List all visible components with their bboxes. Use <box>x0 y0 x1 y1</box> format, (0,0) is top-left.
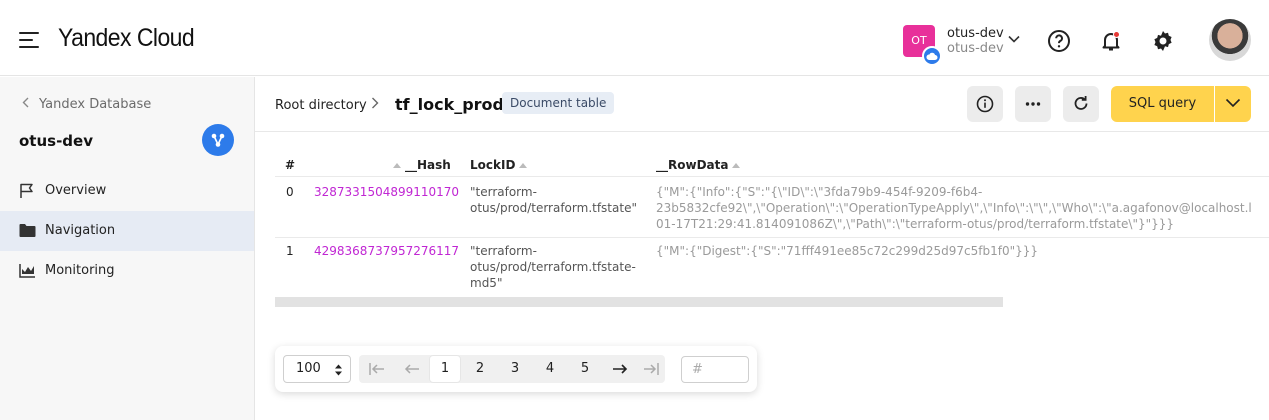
sidebar-title: otus-dev <box>19 132 93 150</box>
cell-index: 1 <box>286 244 294 258</box>
last-page-button[interactable] <box>637 355 665 383</box>
select-arrows-icon <box>335 364 342 376</box>
info-icon <box>976 95 994 113</box>
logo[interactable]: Yandex Cloud <box>58 24 195 53</box>
sidebar-item-label: Navigation <box>45 223 116 238</box>
more-icon <box>1025 102 1041 106</box>
sql-query-button[interactable]: SQL query <box>1111 86 1214 122</box>
sql-query-dropdown[interactable] <box>1215 86 1251 122</box>
page-buttons: 1 2 3 4 5 <box>359 355 665 383</box>
folder-name[interactable]: otus-dev <box>947 41 1004 56</box>
table-type-badge: Document table <box>502 92 615 114</box>
page-button-4[interactable]: 4 <box>533 355 567 383</box>
first-page-icon <box>369 363 384 375</box>
top-header: Yandex Cloud OT otus-dev otus-dev <box>0 0 1269 76</box>
arrow-left-icon <box>404 364 419 374</box>
cell-hash[interactable]: 4298368737957276117 <box>314 243 459 259</box>
help-icon[interactable] <box>1047 29 1071 53</box>
cell-hash[interactable]: 3287331504899110170 <box>314 184 459 200</box>
column-header-lockid[interactable]: LockID <box>470 158 528 172</box>
chart-icon <box>19 264 35 278</box>
last-page-icon <box>644 363 659 375</box>
chevron-down-icon <box>1225 98 1241 108</box>
flag-icon <box>20 183 33 198</box>
page-button-5[interactable]: 5 <box>568 355 602 383</box>
database-icon[interactable] <box>202 124 234 156</box>
cell-lockid: "terraform- otus/prod/terraform.tfstate" <box>470 185 637 215</box>
refresh-icon <box>1074 96 1088 110</box>
more-actions-button[interactable] <box>1015 86 1051 122</box>
sort-icon <box>519 163 528 168</box>
pagination: 100 1 2 3 4 5 <box>275 346 757 392</box>
column-header-index[interactable]: # <box>285 158 295 172</box>
info-button[interactable] <box>967 86 1003 122</box>
refresh-button[interactable] <box>1063 86 1099 122</box>
page-button-2[interactable]: 2 <box>463 355 497 383</box>
prev-page-button[interactable] <box>395 355 429 383</box>
column-header-hash[interactable]: __Hash <box>393 158 451 172</box>
cell-rowdata: {"M":{"Digest":{"S":"71fff491ee85c72c299… <box>656 244 1039 258</box>
sidebar-item-label: Monitoring <box>45 263 115 278</box>
back-link[interactable]: Yandex Database <box>22 97 151 112</box>
user-avatar[interactable] <box>1209 19 1251 61</box>
page-title: tf_lock_prod <box>395 95 504 114</box>
next-page-button[interactable] <box>603 355 637 383</box>
chevron-right-icon <box>371 97 379 113</box>
cell-index: 0 <box>286 185 294 199</box>
row-divider <box>275 176 1269 177</box>
page-button-3[interactable]: 3 <box>498 355 532 383</box>
sort-icon <box>732 163 741 168</box>
cloud-icon <box>922 46 942 66</box>
sidebar-item-overview[interactable]: Overview <box>0 171 254 211</box>
page-number-input[interactable] <box>681 356 749 383</box>
arrow-right-icon <box>613 364 628 374</box>
chevron-down-icon[interactable] <box>1008 35 1020 43</box>
back-link-label: Yandex Database <box>39 97 152 112</box>
app-page: Yandex Cloud OT otus-dev otus-dev Yandex… <box>0 0 1269 420</box>
cell-lockid: "terraform- otus/prod/terraform.tfstate-… <box>470 244 636 290</box>
cloud-name[interactable]: otus-dev <box>947 26 1004 41</box>
row-divider <box>275 237 1269 238</box>
horizontal-scrollbar[interactable] <box>275 297 1003 307</box>
divider <box>255 131 1269 132</box>
sidebar-item-monitoring[interactable]: Monitoring <box>0 251 254 291</box>
folder-icon <box>19 224 36 237</box>
page-size-select[interactable]: 100 <box>283 355 351 383</box>
sidebar-item-label: Overview <box>45 183 107 198</box>
data-table: # __Hash LockID __RowData 0 328733150489… <box>275 150 1269 295</box>
cell-rowdata: {"M":{"Info":{"S":"{\"ID\":\"3fda79b9-45… <box>656 185 1252 231</box>
gear-icon[interactable] <box>1151 29 1175 53</box>
chevron-left-icon <box>22 97 29 112</box>
first-page-button[interactable] <box>359 355 395 383</box>
menu-icon[interactable] <box>19 31 39 49</box>
page-size-value: 100 <box>296 361 321 376</box>
breadcrumb-root[interactable]: Root directory <box>275 98 367 113</box>
column-header-rowdata[interactable]: __RowData <box>656 158 741 172</box>
sidebar-item-navigation[interactable]: Navigation <box>0 211 254 251</box>
sort-icon <box>393 163 401 168</box>
sidebar: Yandex Database otus-dev Overview Naviga… <box>0 77 255 420</box>
page-button-1[interactable]: 1 <box>429 355 461 383</box>
bell-icon[interactable] <box>1099 29 1123 53</box>
